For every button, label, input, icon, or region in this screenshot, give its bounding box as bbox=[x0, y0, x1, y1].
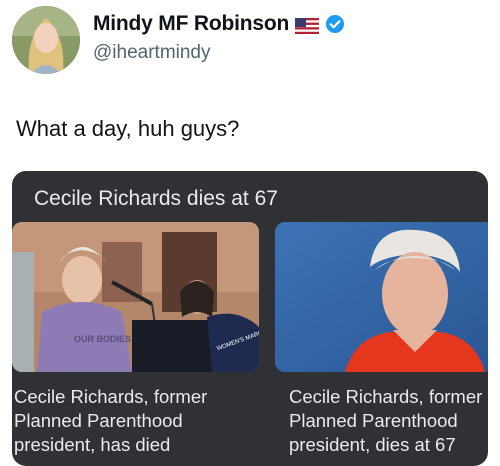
author-name-row[interactable]: Mindy MF Robinson bbox=[93, 12, 345, 36]
news-article-2[interactable]: Cecile Richards, former Planned Parentho… bbox=[275, 222, 488, 466]
article-2-photo bbox=[275, 222, 488, 372]
verified-badge-icon[interactable] bbox=[325, 14, 345, 34]
us-flag-icon bbox=[295, 16, 320, 34]
our-bodies-sign-text: OUR BODIES bbox=[74, 334, 131, 344]
article-1-photo: OUR BODIES WOMEN'S MARCH bbox=[12, 222, 259, 372]
author-display-name[interactable]: Mindy MF Robinson bbox=[93, 12, 289, 36]
tweet-text: What a day, huh guys? bbox=[16, 116, 240, 141]
news-card-header: Cecile Richards dies at 67 bbox=[34, 187, 278, 210]
avatar[interactable] bbox=[12, 6, 80, 74]
news-article-1[interactable]: OUR BODIES WOMEN'S MARCH Cecile Richards… bbox=[12, 222, 259, 466]
author-handle[interactable]: @iheartmindy bbox=[93, 42, 211, 64]
article-2-headline[interactable]: Cecile Richards, former Planned Parentho… bbox=[289, 385, 488, 457]
article-1-headline[interactable]: Cecile Richards, former Planned Parentho… bbox=[14, 385, 259, 457]
news-card[interactable]: Cecile Richards dies at 67 OUR BODIES WO… bbox=[12, 171, 488, 466]
